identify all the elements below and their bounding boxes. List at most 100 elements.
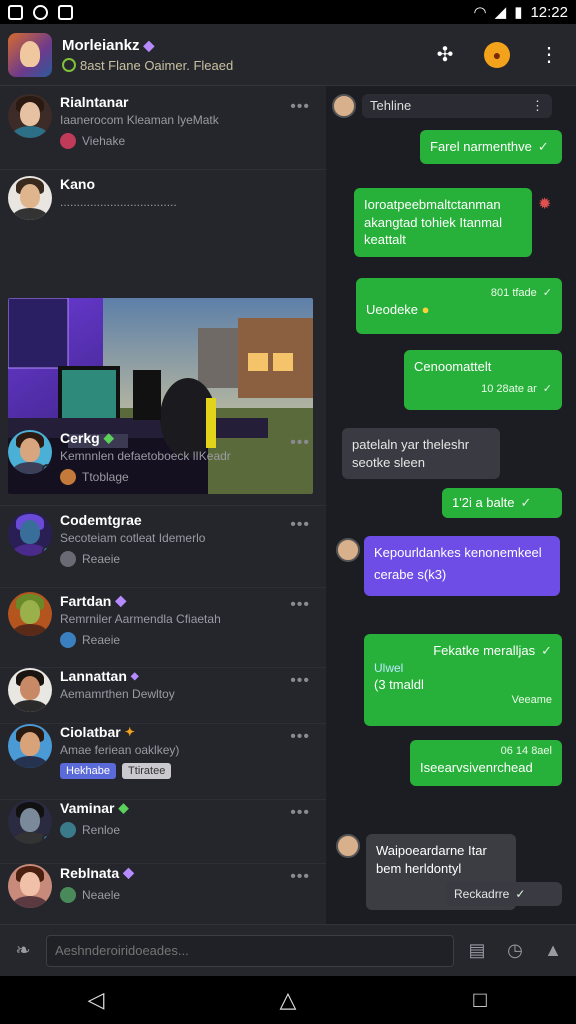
page-title: Morleiankz xyxy=(62,36,140,54)
message-bubble-sent[interactable]: Fekatke meralljas ✓ Ulwel (3 tmaldl Veeam… xyxy=(364,634,562,726)
avatar xyxy=(8,668,52,712)
back-icon[interactable]: ◁ xyxy=(81,985,111,1015)
avatar xyxy=(332,94,356,118)
heart-icon xyxy=(60,632,76,648)
status-bar: ◠ ◢ ▮ 12:22 xyxy=(0,0,576,24)
tag-chip[interactable]: Ttiratee xyxy=(122,763,172,779)
check-icon: ✓ xyxy=(520,495,532,510)
battery-icon: ▮ xyxy=(514,4,523,21)
list-item[interactable]: Rialntanar Iaanerocom Kleaman lyeMatk Vi… xyxy=(0,94,326,170)
calendar-icon[interactable]: ▤ xyxy=(462,936,492,966)
message-text: Iseearvsivenrchead xyxy=(420,759,533,775)
check-icon: ✓ xyxy=(537,139,549,154)
share-nodes-icon[interactable]: ✣ xyxy=(432,42,458,68)
chat-name: Vaminar xyxy=(60,800,115,816)
lock-icon[interactable]: ▲ xyxy=(538,936,568,966)
list-item[interactable]: Lannattan ◆ Aemamrthen Dewltoy ••• xyxy=(0,668,326,724)
signal-icon: ◢ xyxy=(494,4,507,21)
recents-icon[interactable]: □ xyxy=(465,985,495,1015)
image-icon xyxy=(8,4,23,20)
more-icon[interactable]: ••• xyxy=(290,728,310,746)
list-item[interactable]: Fartdan ◆ Remrniler Aarmendla Cfiaetah Re… xyxy=(0,592,326,668)
chat-preview: Remrniler Aarmendla Cfiaetah xyxy=(60,612,221,626)
message-bubble-sent[interactable]: 06 14 8ael Iseearvsivenrchead xyxy=(410,740,562,786)
message-text: (3 tmaldl xyxy=(374,676,424,692)
chat-name: Kano xyxy=(60,176,95,192)
message-time: 10 28ate ar xyxy=(481,382,537,395)
message-text: Kepourldankes kenonemkeel cerabe s(k3) xyxy=(374,545,542,583)
message-bubble-sent[interactable]: 801 tfade ✓ Ueodeke ● xyxy=(356,278,562,334)
message-input[interactable] xyxy=(46,934,454,967)
chat-meta: Ttoblage xyxy=(82,470,129,484)
more-icon[interactable]: ••• xyxy=(290,516,310,534)
check-icon: ✓ xyxy=(542,287,552,299)
sync-icon xyxy=(33,4,48,20)
chat-preview: Iaanerocom Kleaman lyeMatk xyxy=(60,113,219,127)
conversation-pane: Tehline ⋮ Farel narmenthve ✓ Ioroatpeebmal… xyxy=(326,86,576,924)
more-icon[interactable]: ••• xyxy=(290,868,310,886)
list-item[interactable]: Reblnata ◆ Neaele ••• xyxy=(0,864,326,924)
heart-icon xyxy=(60,133,76,149)
composer-bar: ❧ ▤ ◷ ▲ xyxy=(0,924,576,976)
message-time: Veeame xyxy=(511,694,552,707)
message-bubble-received[interactable]: patelaln yar theleshr seotke sleen xyxy=(342,428,500,480)
profile-avatar[interactable] xyxy=(8,32,52,77)
check-icon: ✓ xyxy=(542,382,552,395)
notification-bell-icon[interactable]: ● xyxy=(484,41,510,68)
settings-icon xyxy=(60,822,76,838)
check-icon: ✓ xyxy=(541,643,552,658)
message-footer: Reckadrre ✓ xyxy=(446,882,562,907)
list-item[interactable]: Vaminar ◆ Renloe ••• xyxy=(0,800,326,864)
emoji-icon: ● xyxy=(418,301,430,317)
more-icon[interactable]: ••• xyxy=(290,98,310,116)
system-nav-bar: ◁ △ □ xyxy=(0,976,576,1024)
more-vertical-icon[interactable]: ⋮ xyxy=(531,98,544,114)
chat-meta: Reaeie xyxy=(82,633,121,647)
more-icon[interactable]: ••• xyxy=(290,672,310,690)
verified-badge-icon: ◆ xyxy=(130,670,139,682)
chat-name: Codemtgrae xyxy=(60,512,142,528)
gem-icon: ◆ xyxy=(103,430,114,445)
fire-icon xyxy=(60,469,76,485)
message-text: Waipoeardarne Itar bem herldontyl xyxy=(376,843,487,876)
emoji-leaf-icon[interactable]: ❧ xyxy=(8,936,38,966)
message-time: 801 tfade xyxy=(490,287,537,299)
avatar xyxy=(8,94,52,138)
message-bubble-received[interactable]: Kepourldankes kenonemkeel cerabe s(k3) xyxy=(364,536,560,596)
wifi-icon: ◠ xyxy=(473,4,487,21)
list-item[interactable]: Cerkg ◆ Kemnnlen defaetoboeck lIKeadr Tto… xyxy=(0,430,326,506)
more-icon[interactable]: ••• xyxy=(290,804,310,822)
more-vertical-icon[interactable]: ⋮ xyxy=(536,42,562,68)
chat-meta: Viehake xyxy=(82,134,126,148)
check-icon: ✓ xyxy=(515,887,526,901)
avatar xyxy=(8,800,52,844)
chat-preview: Aemamrthen Dewltoy xyxy=(60,687,175,701)
list-item[interactable]: Codemtgrae Secoteiam cotleat Idemerlo Re… xyxy=(0,512,326,588)
chat-name: Ciolatbar xyxy=(60,724,121,740)
message-bubble-sent[interactable]: Ioroatpeebmaltctanman akangtad tohiek It… xyxy=(354,188,532,257)
message-text: Ioroatpeebmaltctanman akangtad tohiek It… xyxy=(364,197,503,248)
timer-icon[interactable]: ◷ xyxy=(500,936,530,966)
list-item[interactable]: Ciolatbar ✦ Amae feriean oaklkey) Hekhabe… xyxy=(0,724,326,800)
chat-preview: ................................... xyxy=(60,195,177,209)
message-bubble-sent[interactable]: Cenoomattelt 10 28ate ar ✓ xyxy=(404,350,562,410)
avatar xyxy=(336,538,360,562)
message-bubble-sent[interactable]: Farel narmenthve ✓ xyxy=(420,130,562,164)
more-icon[interactable]: ••• xyxy=(290,596,310,614)
chat-preview: Amae feriean oaklkey) xyxy=(60,743,180,757)
more-icon[interactable]: ••• xyxy=(290,434,310,452)
message-text: patelaln yar theleshr seotke sleen xyxy=(352,437,470,470)
message-text: Ueodeke xyxy=(366,301,419,317)
chat-name: Lannattan xyxy=(60,668,127,684)
status-ring-icon xyxy=(62,58,76,72)
chat-name: Fartdan xyxy=(60,592,112,609)
message-bubble-sent[interactable]: 1'2i a balte ✓ xyxy=(442,488,562,518)
avatar xyxy=(8,512,52,556)
verified-badge-icon: ◆ xyxy=(143,36,155,53)
thread-header: Tehline ⋮ xyxy=(332,94,552,118)
message-time: 06 14 8ael xyxy=(500,745,552,757)
header-subtitle: 8ast Flane Oaimer. Fleaed xyxy=(80,57,234,73)
youtube-icon xyxy=(58,4,73,20)
tag-chip[interactable]: Hekhabe xyxy=(60,763,117,779)
home-icon[interactable]: △ xyxy=(273,985,303,1015)
